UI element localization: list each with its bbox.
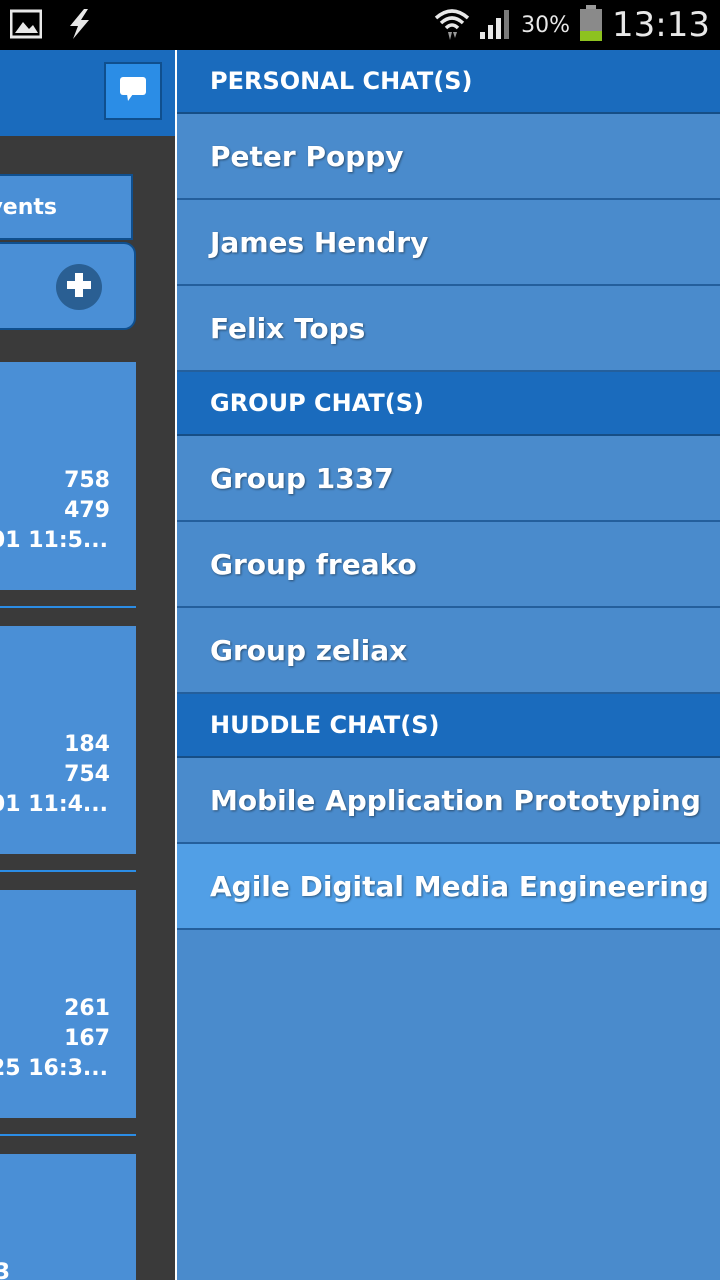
list-card[interactable]: 184 754 -01 11:4... bbox=[0, 626, 136, 854]
divider bbox=[0, 854, 136, 872]
clock: 13:13 bbox=[612, 5, 710, 45]
chat-item-peter-poppy[interactable]: Peter Poppy bbox=[177, 114, 720, 200]
chat-item-group-zeliax[interactable]: Group zeliax bbox=[177, 608, 720, 694]
card-timestamp: -01 11:5... bbox=[0, 528, 108, 553]
list-card[interactable]: 3 bbox=[0, 1154, 136, 1280]
flash-icon bbox=[64, 8, 94, 44]
section-header-group-chats: GROUP CHAT(S) bbox=[177, 372, 720, 436]
section-header-personal-chats: PERSONAL CHAT(S) bbox=[177, 50, 720, 114]
card-timestamp: -25 16:3... bbox=[0, 1056, 108, 1081]
tab-events-label: vents bbox=[0, 194, 57, 220]
battery-percent: 30% bbox=[521, 12, 571, 38]
status-bar: 30% 13:13 bbox=[0, 0, 720, 50]
chat-item-mobile-application-prototyping[interactable]: Mobile Application Prototyping bbox=[177, 758, 720, 844]
chat-drawer-button[interactable] bbox=[104, 62, 162, 120]
plus-icon bbox=[64, 270, 94, 304]
add-panel bbox=[0, 242, 136, 330]
chat-item-james-hendry[interactable]: James Hendry bbox=[177, 200, 720, 286]
divider bbox=[0, 1118, 136, 1136]
chat-item-group-1337[interactable]: Group 1337 bbox=[177, 436, 720, 522]
tab-events[interactable]: vents bbox=[0, 174, 133, 240]
chat-item-felix-tops[interactable]: Felix Tops bbox=[177, 286, 720, 372]
card-line-1: 184 bbox=[64, 732, 110, 757]
add-button[interactable] bbox=[56, 264, 102, 310]
list-card[interactable]: 758 479 -01 11:5... bbox=[0, 362, 136, 590]
card-line-2: 167 bbox=[64, 1026, 110, 1051]
chat-bubble-icon bbox=[118, 74, 148, 108]
card-line-2: 754 bbox=[64, 762, 110, 787]
wifi-icon bbox=[433, 4, 471, 46]
card-line-1: 758 bbox=[64, 468, 110, 493]
divider bbox=[0, 590, 136, 608]
card-line-1: 3 bbox=[0, 1260, 10, 1280]
card-timestamp: -01 11:4... bbox=[0, 792, 108, 817]
chat-item-agile-digital-media-engineering[interactable]: Agile Digital Media Engineering bbox=[177, 844, 720, 930]
signal-icon bbox=[479, 6, 513, 44]
section-header-huddle-chats: HUDDLE CHAT(S) bbox=[177, 694, 720, 758]
battery-icon bbox=[578, 4, 604, 46]
image-icon bbox=[9, 9, 43, 43]
list-card[interactable]: 261 167 -25 16:3... bbox=[0, 890, 136, 1118]
chat-item-group-freako[interactable]: Group freako bbox=[177, 522, 720, 608]
background-app-panel: vents 758 479 -01 11:5... 184 754 -01 11… bbox=[0, 50, 176, 1280]
app-header bbox=[0, 50, 176, 136]
card-line-1: 261 bbox=[64, 996, 110, 1021]
chat-drawer: PERSONAL CHAT(S) Peter Poppy James Hendr… bbox=[175, 50, 720, 1280]
card-line-2: 479 bbox=[64, 498, 110, 523]
